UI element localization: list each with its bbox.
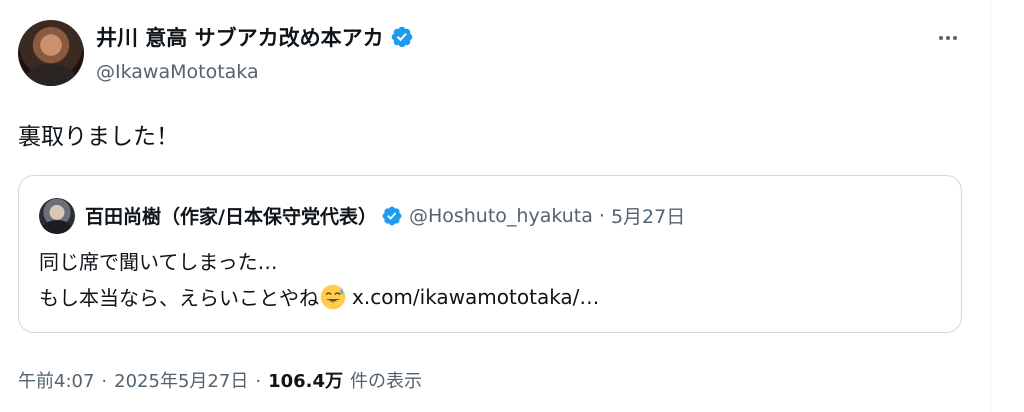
quote-text-line2: もし本当なら、えらいことやね x.com/ikawamototaka/… xyxy=(39,282,599,311)
tweet-detail: 井川 意高 サブアカ改め本アカ @IkawaMototaka 裏取りました！ 百… xyxy=(0,0,1024,412)
quote-date: 5月27日 xyxy=(610,206,686,228)
quote-text-line2-body: もし本当なら、えらいことやね xyxy=(39,286,319,310)
author-handle[interactable]: @IkawaMototaka xyxy=(96,61,259,83)
sweat-smile-emoji-icon xyxy=(320,284,346,309)
more-options-button[interactable] xyxy=(930,20,966,56)
quote-link[interactable]: x.com/ikawamototaka/… xyxy=(352,285,599,309)
tweet-meta: 午前4:07 · 2025年5月27日 · 106.4万 件の表示 xyxy=(18,367,422,393)
more-dot-icon xyxy=(939,36,943,40)
column-divider xyxy=(990,0,991,412)
quote-avatar-shirt xyxy=(42,220,72,234)
quote-avatar xyxy=(39,198,75,234)
meta-separator: · xyxy=(101,371,108,392)
views-label: 件の表示 xyxy=(350,371,422,392)
author-name-row[interactable]: 井川 意高 サブアカ改め本アカ xyxy=(96,22,414,52)
more-dot-icon xyxy=(946,36,950,40)
tweet-date[interactable]: 2025年5月27日 xyxy=(114,367,248,393)
avatar[interactable] xyxy=(18,20,84,86)
quote-separator: · xyxy=(598,204,605,227)
author-display-name[interactable]: 井川 意高 サブアカ改め本アカ xyxy=(96,22,384,52)
verified-badge-icon xyxy=(391,26,412,48)
quote-text-line1: 同じ席で聞いてしまった… xyxy=(39,250,278,274)
more-dot-icon xyxy=(953,36,957,40)
tweet-time[interactable]: 午前4:07 xyxy=(18,367,94,393)
meta-separator: · xyxy=(255,371,262,392)
quote-header: 百田尚樹（作家/日本保守党代表） @Hoshuto_hyakuta · 5月27… xyxy=(85,202,685,229)
quote-display-name: 百田尚樹（作家/日本保守党代表） xyxy=(85,206,377,228)
quote-handle: @Hoshuto_hyakuta xyxy=(408,204,593,227)
views-count[interactable]: 106.4万 xyxy=(268,367,343,393)
tweet-text: 裏取りました！ xyxy=(18,124,179,150)
quoted-tweet-card[interactable]: 百田尚樹（作家/日本保守党代表） @Hoshuto_hyakuta · 5月27… xyxy=(18,175,962,333)
avatar-shirt xyxy=(26,64,76,86)
verified-badge-icon xyxy=(382,206,402,225)
